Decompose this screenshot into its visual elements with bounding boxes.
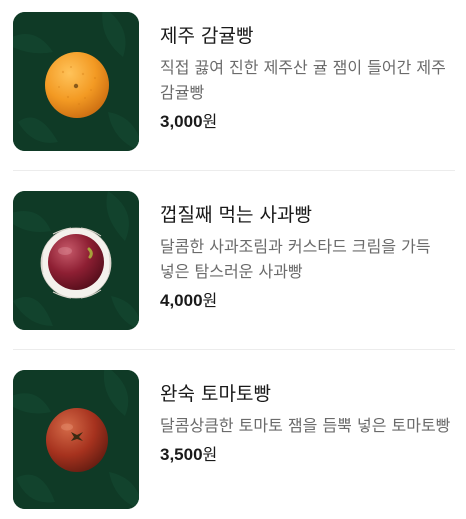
menu-item-price: 4,000원 <box>160 288 460 314</box>
menu-item-info: 완숙 토마토빵 달콤상큼한 토마토 잼을 듬뿍 넣은 토마토빵 3,500원 <box>160 380 460 468</box>
menu-item-image[interactable] <box>13 12 139 151</box>
tomato-bread-icon <box>13 370 139 509</box>
menu-item-description: 직접 끓여 진한 제주산 귤 잼이 들어간 제주 감귤빵 <box>160 58 446 102</box>
menu-item-info: 껍질째 먹는 사과빵 달콤한 사과조림과 커스타드 크림을 가득 넣은 탐스러운… <box>160 201 460 314</box>
menu-item-name: 완숙 토마토빵 <box>160 383 271 405</box>
menu-item-image[interactable] <box>13 370 139 509</box>
menu-item-tomato-bread[interactable]: 완숙 토마토빵 달콤상큼한 토마토 잼을 듬뿍 넣은 토마토빵 3,500원 <box>0 370 466 509</box>
divider <box>13 349 455 350</box>
tangerine-bread-icon <box>13 12 139 151</box>
price-value: 3,000 <box>160 112 203 131</box>
price-currency: 원 <box>202 445 218 464</box>
menu-item-tangerine-bread[interactable]: 제주 감귤빵 직접 끓여 진한 제주산 귤 잼이 들어간 제주 감귤빵 3,00… <box>0 12 466 151</box>
menu-list: 제주 감귤빵 직접 끓여 진한 제주산 귤 잼이 들어간 제주 감귤빵 3,00… <box>0 0 466 519</box>
menu-item-description: 달콤상큼한 토마토 잼을 듬뿍 넣은 토마토빵 <box>160 416 451 435</box>
menu-item-image[interactable] <box>13 191 139 330</box>
menu-item-name: 껍질째 먹는 사과빵 <box>160 204 312 226</box>
menu-item-name: 제주 감귤빵 <box>160 25 254 47</box>
menu-item-info: 제주 감귤빵 직접 끓여 진한 제주산 귤 잼이 들어간 제주 감귤빵 3,00… <box>160 22 460 135</box>
price-currency: 원 <box>202 112 218 131</box>
menu-item-price: 3,000원 <box>160 109 460 135</box>
menu-item-apple-bread[interactable]: 껍질째 먹는 사과빵 달콤한 사과조림과 커스타드 크림을 가득 넣은 탐스러운… <box>0 191 466 330</box>
price-currency: 원 <box>202 291 218 310</box>
apple-bread-icon <box>13 191 139 330</box>
menu-item-price: 3,500원 <box>160 442 460 468</box>
menu-item-description: 달콤한 사과조림과 커스타드 크림을 가득 넣은 탐스러운 사과빵 <box>160 237 431 281</box>
divider <box>13 170 455 171</box>
price-value: 3,500 <box>160 445 203 464</box>
price-value: 4,000 <box>160 291 203 310</box>
